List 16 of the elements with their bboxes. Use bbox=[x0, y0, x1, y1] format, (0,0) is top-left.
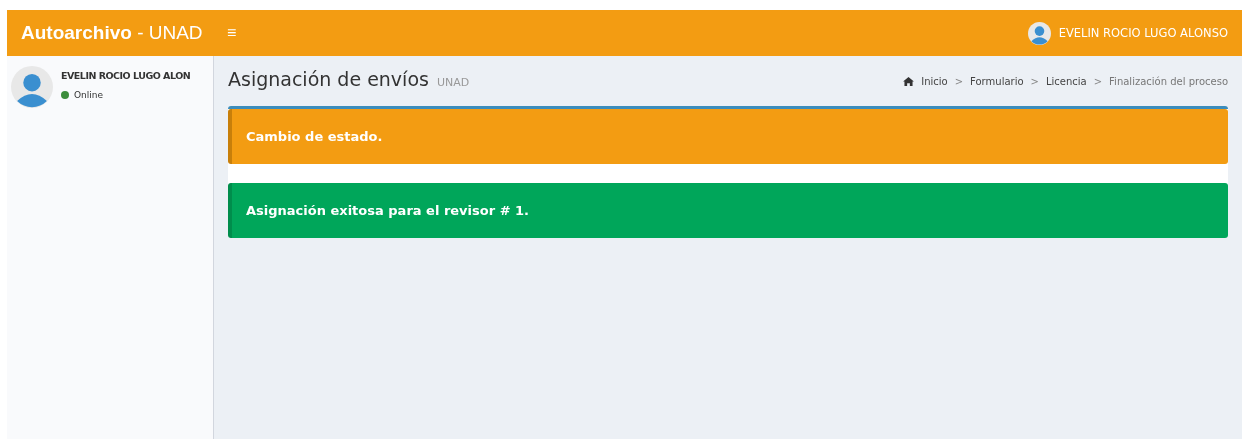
page-subtitle: UNAD bbox=[436, 76, 470, 89]
home-icon bbox=[903, 77, 915, 86]
breadcrumb-separator: > bbox=[1093, 76, 1103, 87]
breadcrumb-separator: > bbox=[954, 76, 964, 87]
breadcrumb-link[interactable]: Inicio bbox=[921, 76, 948, 87]
breadcrumb-current: Finalización del proceso bbox=[1109, 76, 1228, 87]
user-avatar-icon bbox=[1027, 21, 1051, 45]
alert-message: Asignación exitosa para el revisor # 1. bbox=[228, 183, 1228, 238]
page-title: Asignación de envíos bbox=[228, 68, 429, 90]
alert-message: Cambio de estado. bbox=[228, 109, 1228, 164]
breadcrumb-link[interactable]: Licencia bbox=[1045, 76, 1087, 87]
user-name: EVELIN ROCIO LUGO ALON bbox=[61, 70, 191, 81]
breadcrumb-separator: > bbox=[1030, 76, 1039, 87]
status-label: Online bbox=[74, 90, 104, 100]
user-avatar-icon bbox=[11, 66, 53, 108]
breadcrumb-link[interactable]: Formulario bbox=[970, 76, 1024, 87]
